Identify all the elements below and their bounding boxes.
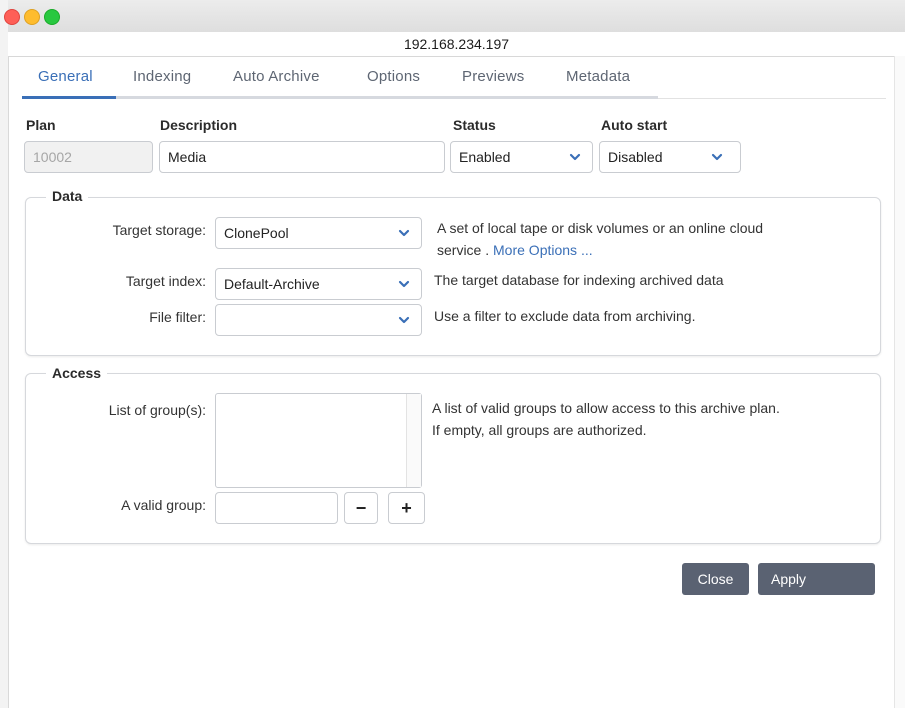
minimize-window-button[interactable] [24,9,40,25]
remove-group-button[interactable]: − [344,492,378,524]
close-button[interactable]: Close [682,563,749,595]
target-index-help: The target database for indexing archive… [434,272,724,288]
autostart-select[interactable]: Disabled [599,141,741,173]
description-label: Description [160,117,238,133]
chevron-down-icon [568,150,582,164]
chevron-down-icon [397,313,411,327]
target-storage-help: A set of local tape or disk volumes or a… [437,217,867,261]
plan-label: Plan [26,117,56,133]
plan-field: 10002 [24,141,153,173]
apply-button[interactable]: Apply [758,563,875,595]
groups-listbox[interactable] [215,393,422,488]
window-titlebar [8,0,905,33]
valid-group-label: A valid group: [121,497,206,513]
chevron-down-icon [710,150,724,164]
groups-help-line1: A list of valid groups to allow access t… [432,400,780,416]
target-storage-value: ClonePool [224,225,289,241]
chevron-down-icon [397,226,411,240]
target-storage-label: Target storage: [112,222,206,238]
more-options-link[interactable]: More Options ... [493,242,593,258]
tab-indexing[interactable]: Indexing [133,68,191,85]
chevron-down-icon [397,277,411,291]
groups-list-label: List of group(s): [108,402,206,418]
status-value: Enabled [459,149,511,165]
autostart-label: Auto start [601,117,668,133]
zoom-window-button[interactable] [44,9,60,25]
add-group-button[interactable]: + [388,492,425,524]
file-filter-select[interactable] [215,304,422,336]
tab-rule [658,98,886,99]
target-storage-select[interactable]: ClonePool [215,217,422,249]
window-address: 192.168.234.197 [8,32,905,57]
status-select[interactable]: Enabled [450,141,593,173]
valid-group-input[interactable] [215,492,338,524]
tab-metadata[interactable]: Metadata [566,68,630,85]
target-storage-help-service: service . [437,242,490,258]
tab-bar: General Indexing Auto Archive Options Pr… [22,60,886,98]
file-filter-label: File filter: [149,309,206,325]
close-window-button[interactable] [4,9,20,25]
autostart-value: Disabled [608,149,663,165]
window-left-edge [0,0,9,708]
access-group-title: Access [46,365,108,381]
target-storage-help-line2: service . More Options ... [437,239,867,261]
groups-help-line2: If empty, all groups are authorized. [432,422,647,438]
right-scroll-edge [894,56,905,708]
tab-general[interactable]: General [38,68,93,85]
description-field[interactable]: Media [159,141,445,173]
file-filter-help: Use a filter to exclude data from archiv… [434,308,696,324]
target-storage-help-line1: A set of local tape or disk volumes or a… [437,220,764,236]
tab-options[interactable]: Options [367,68,420,85]
target-index-select[interactable]: Default-Archive [215,268,422,300]
target-index-value: Default-Archive [224,276,320,292]
groups-list-scrollbar[interactable] [406,394,421,487]
tab-previews[interactable]: Previews [462,68,524,85]
target-index-label: Target index: [125,273,206,289]
data-group-title: Data [46,188,89,204]
status-label: Status [453,117,496,133]
tab-auto-archive[interactable]: Auto Archive [233,68,320,85]
groups-help: A list of valid groups to allow access t… [432,397,877,441]
